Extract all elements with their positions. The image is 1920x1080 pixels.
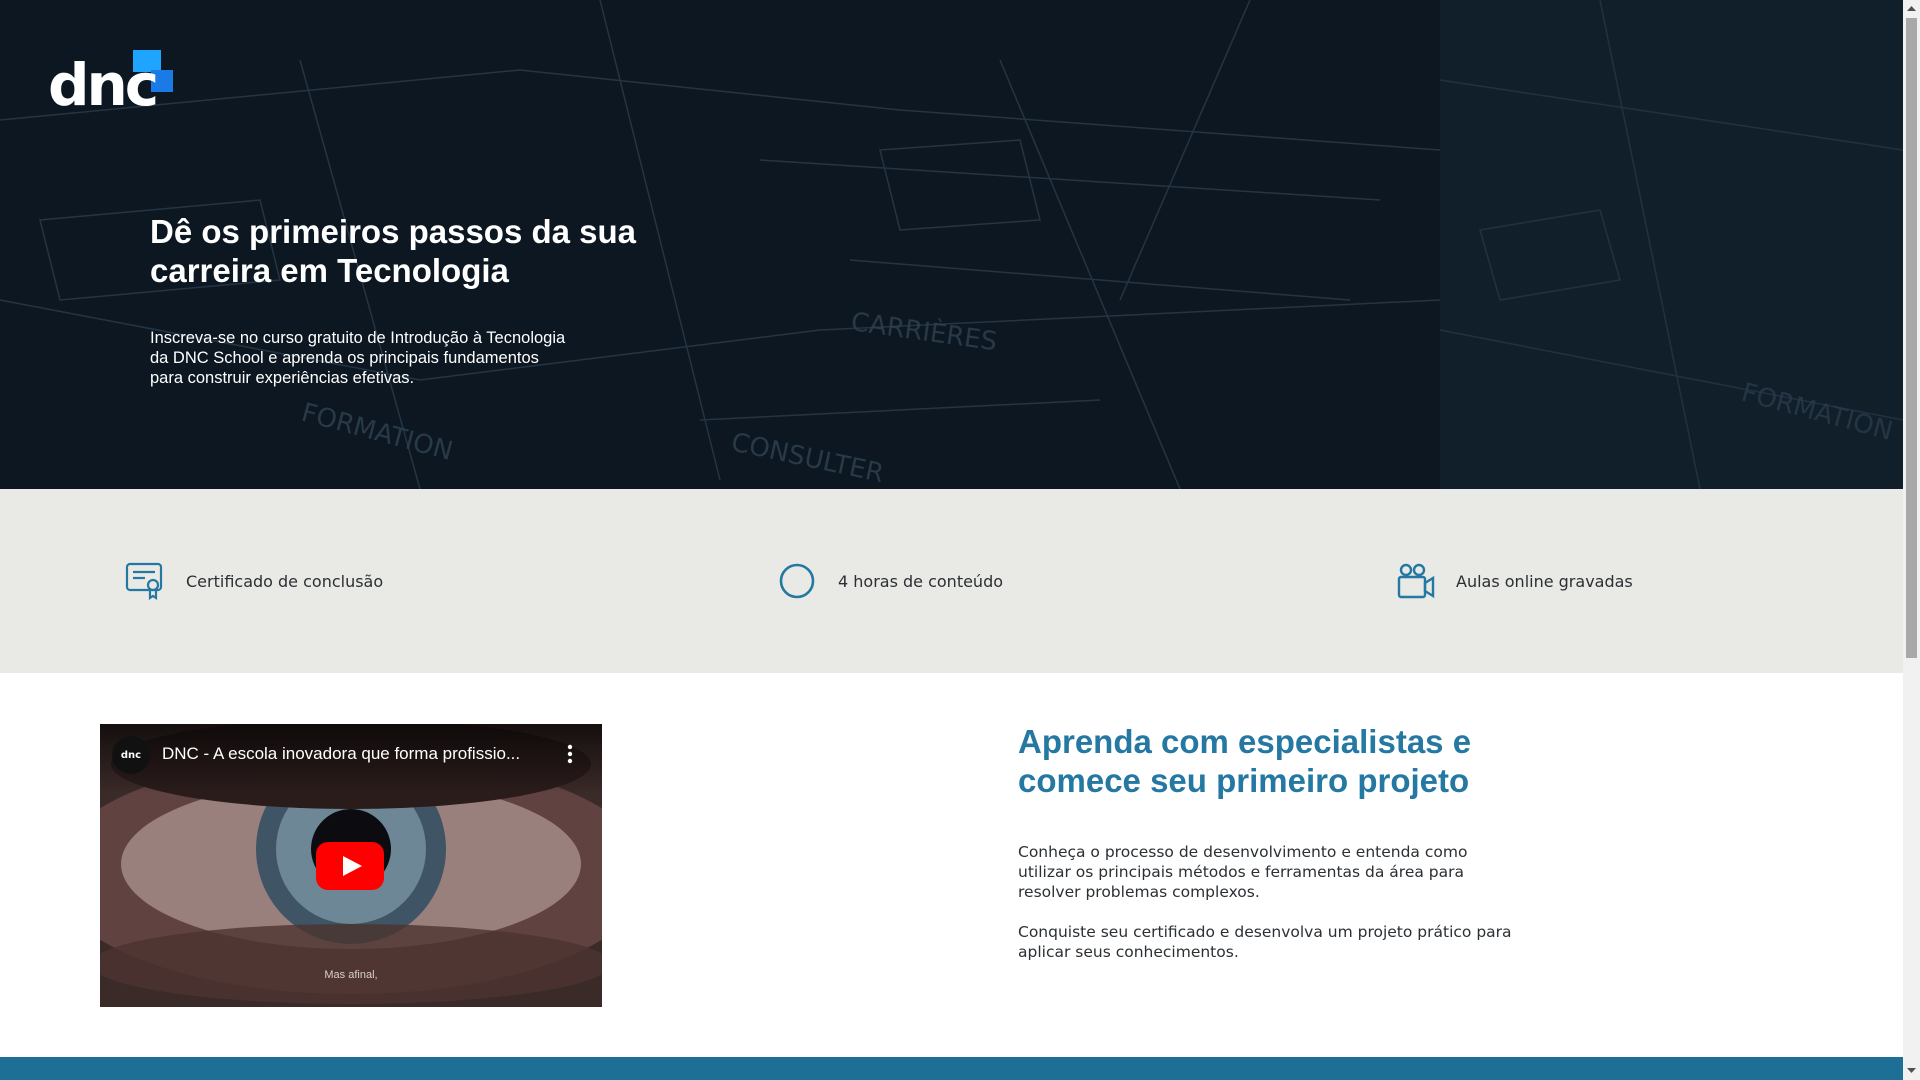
scroll-up-arrow-icon[interactable] [1907,4,1916,13]
video-title[interactable]: DNC - A escola inovadora que forma profi… [162,744,552,764]
feature-hours: 4 horas de conteúdo [776,561,1003,601]
channel-avatar[interactable]: dnc [112,736,150,774]
page-scrollbar[interactable] [1903,0,1920,1080]
logo-text: dnc [48,51,159,119]
clock-icon [776,561,818,601]
scrollbar-thumb[interactable] [1906,18,1917,658]
section-title: Aprenda com especialistas e comece seu p… [1018,723,1472,799]
video-camera-icon [1394,561,1436,601]
feature-hours-label: 4 horas de conteúdo [838,571,1004,591]
feature-certificate: Certificado de conclusão [124,561,383,601]
scroll-down-arrow-icon[interactable] [1907,1066,1916,1075]
more-options-icon[interactable] [560,742,580,766]
section-paragraph-1: Conheça o processo de desenvolvimento e … [1018,843,1468,901]
feature-recorded-classes-label: Aulas online gravadas [1456,571,1633,591]
feature-certificate-label: Certificado de conclusão [186,571,384,591]
play-button-icon[interactable] [316,842,384,890]
hero-title: Dê os primeiros passos da sua carreira e… [150,213,637,289]
next-section-band [0,1057,1903,1080]
certificate-icon [124,561,166,601]
dnc-logo[interactable]: dnc [48,48,178,118]
section-paragraph-2: Conquiste seu certificado e desenvolva u… [1018,923,1512,961]
hero-subtitle: Inscreva-se no curso gratuito de Introdu… [150,329,566,387]
hero-banner: CARRIÈRES FORMATION CONSULTER FORMATION … [0,0,1903,489]
video-caption: Mas afinal, [324,969,378,981]
features-band: Certificado de conclusão 4 horas de cont… [0,489,1903,673]
hero-side-overlay [1440,0,1903,489]
feature-recorded-classes: Aulas online gravadas [1394,561,1633,601]
youtube-video-embed[interactable]: dnc DNC - A escola inovadora que forma p… [100,724,602,1007]
